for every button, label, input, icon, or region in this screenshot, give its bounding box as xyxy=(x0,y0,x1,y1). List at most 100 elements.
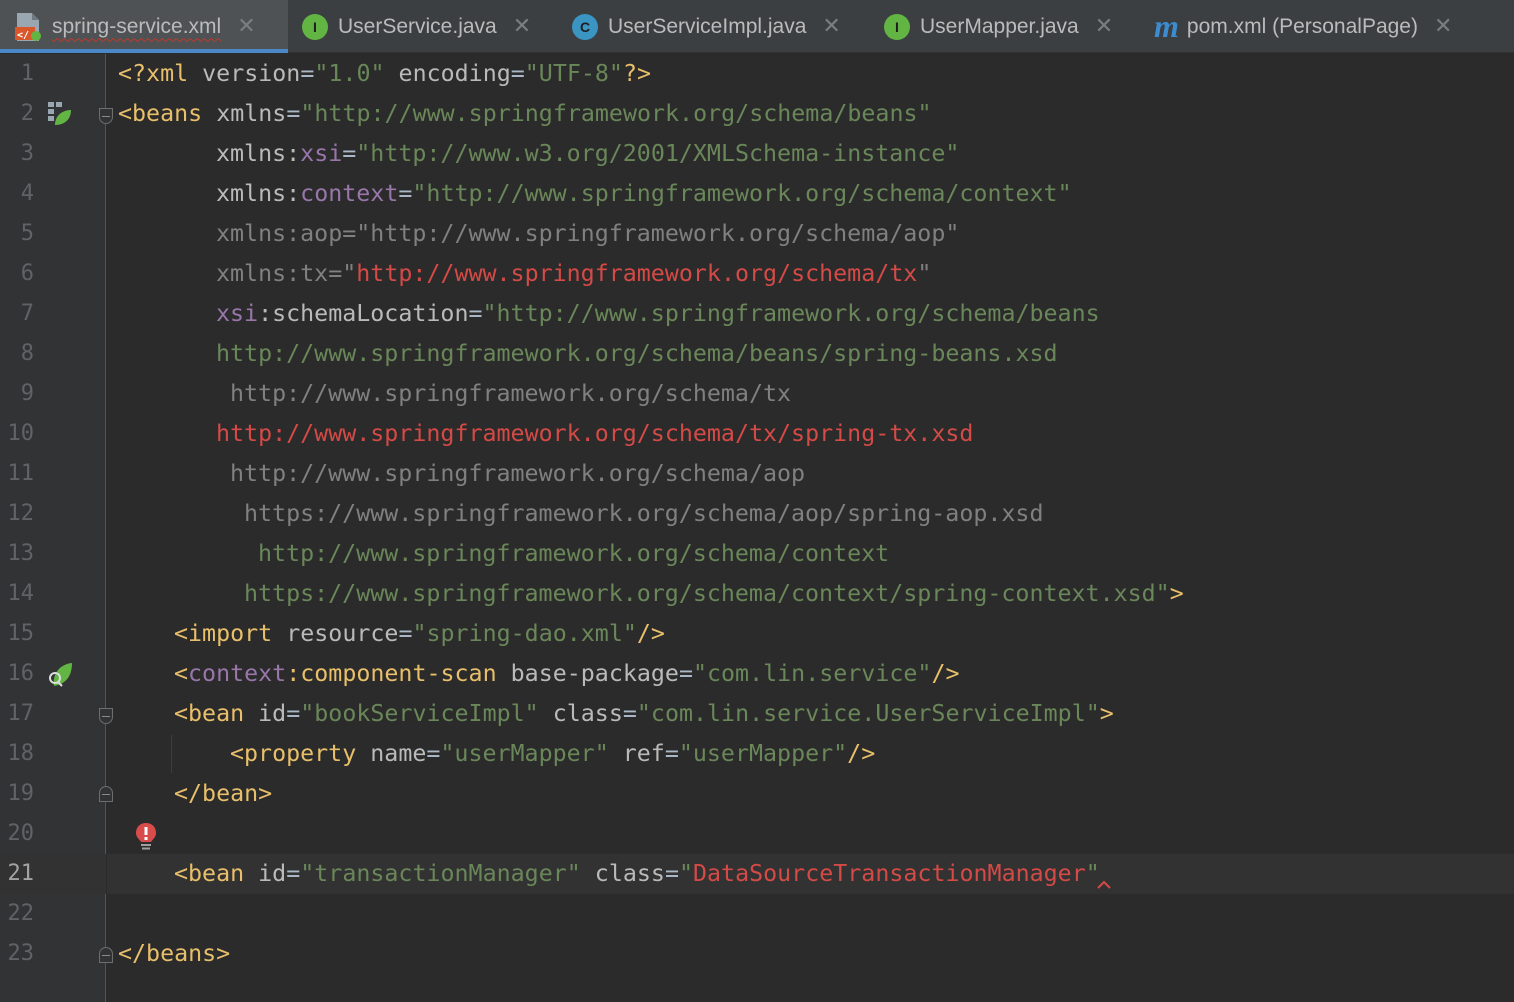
code-token: = xyxy=(622,700,637,727)
code-token: "http://www.springframework.org/schema/c… xyxy=(412,180,1072,207)
line-number: 19 xyxy=(7,781,35,806)
code-token: encoding xyxy=(384,60,511,87)
close-icon[interactable]: ✕ xyxy=(1095,14,1113,39)
tab-pom-xml[interactable]: m pom.xml (PersonalPage) ✕ xyxy=(1140,0,1480,53)
code-line-19: </bean> xyxy=(174,774,272,814)
spring-scan-icon[interactable] xyxy=(46,660,74,688)
code-token: resource xyxy=(286,620,399,647)
code-token: = xyxy=(398,620,413,647)
close-icon[interactable]: ✕ xyxy=(513,14,531,39)
code-line-3: xmlns:xsi="http://www.w3.org/2001/XMLSch… xyxy=(216,134,959,174)
tab-userserviceimpl-java[interactable]: C UserServiceImpl.java ✕ xyxy=(558,0,870,53)
code-token: </beans> xyxy=(118,940,231,967)
code-token: ?> xyxy=(622,60,652,87)
code-token: http://www.springframework.org/schema/tx… xyxy=(216,420,974,447)
code-token: <import xyxy=(174,620,287,647)
line-number-current: 21 xyxy=(7,861,35,886)
code-token: = xyxy=(664,740,679,767)
error-bulb-icon[interactable] xyxy=(135,822,157,852)
code-token: </bean> xyxy=(174,780,273,807)
code-line-14: https://www.springframework.org/schema/c… xyxy=(244,574,1184,614)
code-token: id xyxy=(258,860,287,887)
code-token: "http://www.springframework.org/schema/b… xyxy=(300,100,932,127)
code-line-12: https://www.springframework.org/schema/a… xyxy=(244,494,1043,534)
line-number: 12 xyxy=(7,501,35,526)
code-token: "http://www.springframework.org/schema/b… xyxy=(482,300,1100,327)
code-token: = xyxy=(426,740,441,767)
code-token: = xyxy=(342,140,357,167)
line-number: 20 xyxy=(7,821,35,846)
line-number: 13 xyxy=(7,541,35,566)
code-line-9: http://www.springframework.org/schema/tx xyxy=(230,374,791,414)
code-token: <beans xyxy=(118,100,217,127)
class-icon: C xyxy=(572,13,598,40)
line-number: 1 xyxy=(20,61,34,86)
code-token: "spring-dao.xml" xyxy=(412,620,637,647)
close-icon[interactable]: ✕ xyxy=(1434,14,1452,39)
code-line-8: http://www.springframework.org/schema/be… xyxy=(216,334,1058,374)
line-number: 16 xyxy=(7,661,35,686)
line-number: 15 xyxy=(7,621,35,646)
code-token: :schemaLocation xyxy=(258,300,469,327)
code-line-7: xsi:schemaLocation="http://www.springfra… xyxy=(216,294,1100,334)
code-token: class xyxy=(580,860,665,887)
code-line-15: <import resource="spring-dao.xml"/> xyxy=(174,614,665,654)
code-line-2: <beans xmlns="http://www.springframework… xyxy=(118,94,932,134)
tab-label: pom.xml (PersonalPage) xyxy=(1186,14,1418,38)
code-token: : xyxy=(286,180,301,207)
svg-text:</: </ xyxy=(17,30,29,41)
code-token: "bookServiceImpl" xyxy=(300,700,539,727)
code-token: http://www.springframework.org/schema/be… xyxy=(216,340,1058,367)
code-token: "http://www.w3.org/2001/XMLSchema-instan… xyxy=(356,140,960,167)
code-token: "1.0" xyxy=(314,60,385,87)
code-token: = xyxy=(398,180,413,207)
spring-bean-icon[interactable] xyxy=(47,101,73,127)
tab-userservice-java[interactable]: I UserService.java ✕ xyxy=(288,0,558,53)
editor-tab-bar: </ spring-service.xml ✕ I UserService.ja… xyxy=(0,0,1514,53)
code-token: = xyxy=(286,100,301,127)
interface-icon: I xyxy=(884,13,910,40)
line-number: 18 xyxy=(7,741,35,766)
tab-label: UserServiceImpl.java xyxy=(608,14,807,38)
code-token: version xyxy=(202,60,301,87)
tab-usermapper-java[interactable]: I UserMapper.java ✕ xyxy=(870,0,1140,53)
code-token: id xyxy=(258,700,287,727)
code-token: context xyxy=(300,180,399,207)
line-number: 17 xyxy=(7,701,35,726)
code-token: <?xml xyxy=(118,60,203,87)
code-token: name xyxy=(370,740,427,767)
editor-gutter[interactable]: 1 2 3 4 5 6 7 8 9 10 11 12 13 14 15 16 1… xyxy=(0,54,113,1002)
code-line-6: xmlns:tx="http://www.springframework.org… xyxy=(216,254,931,294)
tab-label: UserService.java xyxy=(338,14,497,38)
close-icon[interactable]: ✕ xyxy=(822,14,840,39)
code-token: :component-scan xyxy=(286,660,511,687)
line-number: 11 xyxy=(7,461,35,486)
close-icon[interactable]: ✕ xyxy=(237,14,255,39)
code-line-23: </beans> xyxy=(118,934,230,974)
code-token: xmlns xyxy=(216,180,287,207)
code-line-13: http://www.springframework.org/schema/co… xyxy=(258,534,889,574)
code-token: https://www.springframework.org/schema/a… xyxy=(244,500,1044,527)
code-line-21: <bean id="transactionManager" class="Dat… xyxy=(174,854,1100,894)
code-token: "transactionManager" xyxy=(300,860,581,887)
code-token: http://www.springframework.org/schema/ao… xyxy=(230,460,806,487)
code-token: > xyxy=(1169,580,1184,607)
code-token: <property xyxy=(230,740,371,767)
code-token: xsi xyxy=(216,300,259,327)
code-token: /> xyxy=(931,660,960,687)
code-token: <bean xyxy=(174,700,259,727)
line-number: 14 xyxy=(7,581,35,606)
line-number: 8 xyxy=(20,341,34,366)
error-caret-icon xyxy=(1097,880,1111,889)
line-number: 7 xyxy=(20,301,34,326)
code-token: = xyxy=(300,60,315,87)
code-token: DataSourceTransactionManager xyxy=(693,860,1086,887)
code-line-17: <bean id="bookServiceImpl" class="com.li… xyxy=(174,694,1114,734)
tab-spring-service-xml[interactable]: </ spring-service.xml ✕ xyxy=(0,0,288,53)
code-line-16: <context:component-scan base-package="co… xyxy=(174,654,960,694)
line-number: 4 xyxy=(20,181,34,206)
line-number: 3 xyxy=(20,141,34,166)
code-token: http://www.springframework.org/schema/tx xyxy=(356,260,918,287)
code-line-11: http://www.springframework.org/schema/ao… xyxy=(230,454,805,494)
code-token: "com.lin.service.UserServiceImpl" xyxy=(636,700,1100,727)
